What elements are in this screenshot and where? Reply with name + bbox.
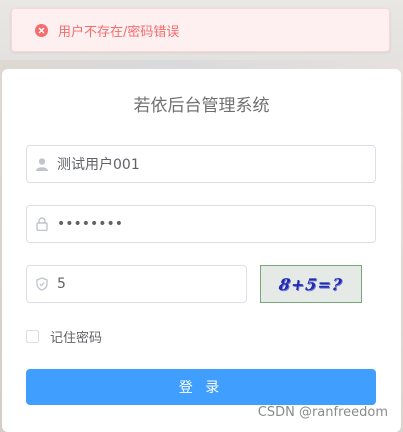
password-value: •••••••• — [57, 216, 124, 232]
captcha-input[interactable]: 5 — [26, 265, 247, 303]
captcha-value: 5 — [57, 276, 66, 292]
watermark: CSDN @ranfreedom — [257, 405, 388, 420]
login-card: 若依后台管理系统 测试用户001 •••••••• 5 8+5=? 记住密码 登… — [2, 69, 401, 432]
password-field[interactable]: •••••••• — [26, 205, 376, 243]
captcha-image[interactable]: 8+5=? — [260, 265, 362, 303]
lock-icon — [34, 216, 50, 232]
remember-checkbox[interactable] — [26, 330, 39, 343]
error-toast: 用户不存在/密码错误 — [11, 8, 390, 52]
login-button[interactable]: 登 录 — [26, 369, 376, 405]
username-field[interactable]: 测试用户001 — [26, 145, 376, 183]
user-icon — [34, 156, 50, 172]
captcha-text: 8+5=? — [277, 274, 345, 294]
error-message: 用户不存在/密码错误 — [58, 24, 180, 40]
username-value: 测试用户001 — [57, 157, 140, 173]
shield-icon — [34, 276, 50, 292]
remember-password[interactable]: 记住密码 — [26, 327, 102, 346]
remember-label: 记住密码 — [50, 331, 103, 346]
system-title: 若依后台管理系统 — [133, 96, 270, 116]
error-circle-icon — [35, 23, 48, 37]
